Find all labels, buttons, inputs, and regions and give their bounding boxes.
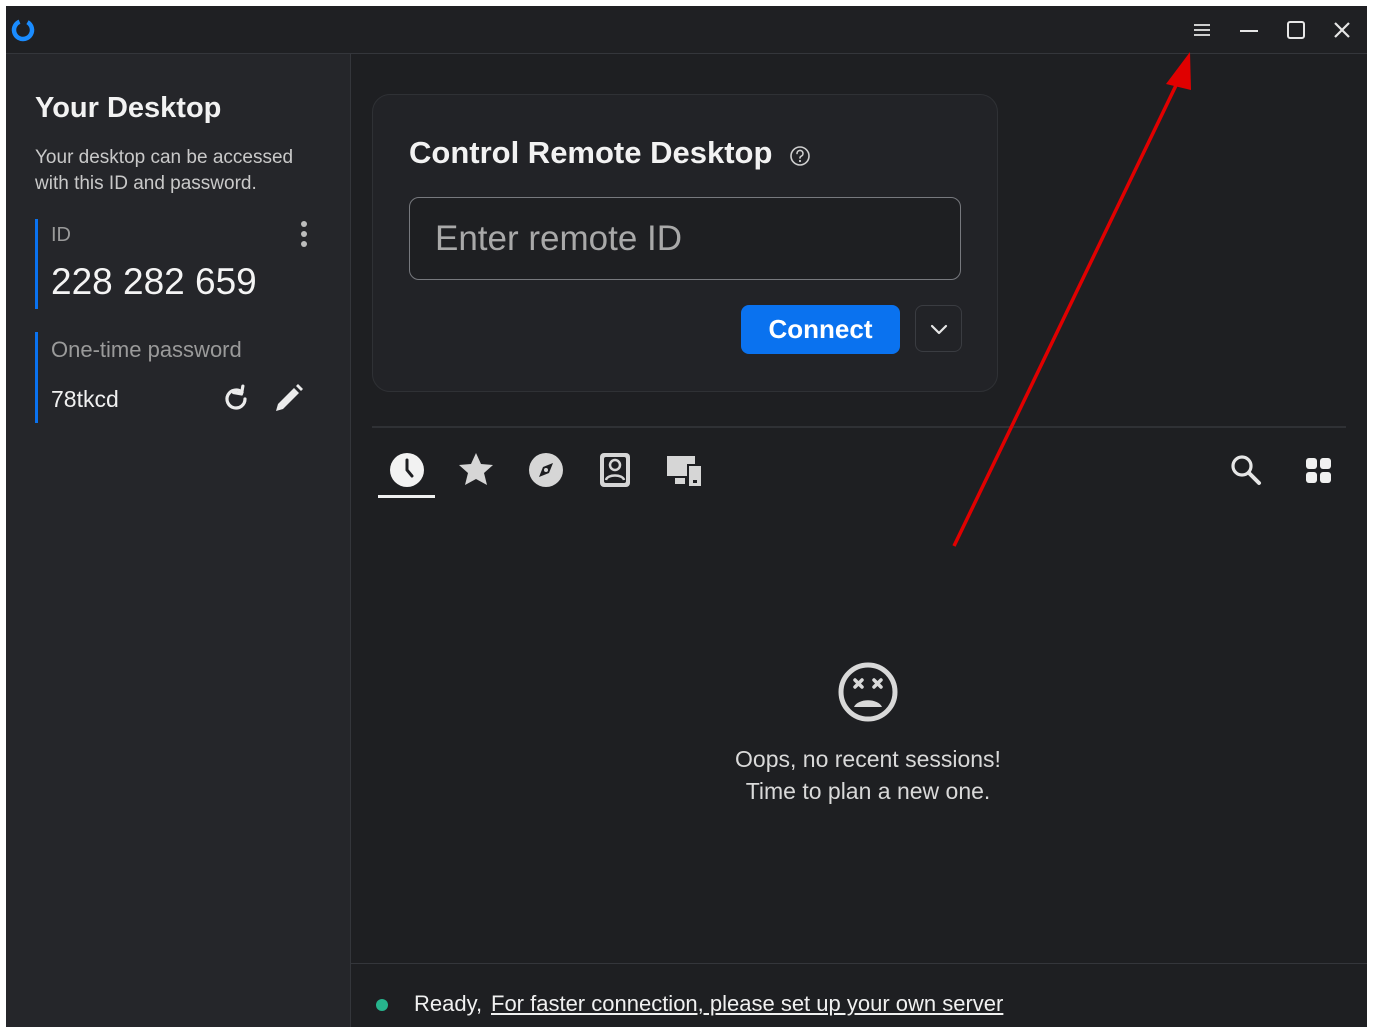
- id-label: ID: [51, 224, 71, 246]
- title-bar: [6, 6, 1367, 54]
- chevron-down-icon: [930, 324, 948, 335]
- app-window: Your Desktop Your desktop can be accesse…: [6, 6, 1367, 1027]
- search-icon[interactable]: [1228, 452, 1264, 488]
- favorites-tab-icon[interactable]: [456, 450, 496, 490]
- empty-state-subtitle: Time to plan a new one.: [745, 778, 991, 804]
- id-accent-bar: [35, 219, 38, 309]
- refresh-icon[interactable]: [220, 383, 252, 415]
- maximize-icon[interactable]: [1284, 18, 1308, 42]
- status-text: Ready,: [414, 991, 483, 1016]
- edit-icon[interactable]: [271, 382, 305, 416]
- minimize-icon[interactable]: [1237, 18, 1261, 42]
- control-remote-card: Control Remote Desktop Connect: [372, 94, 998, 392]
- password-value[interactable]: 78tkcd: [51, 386, 119, 413]
- section-divider: [372, 426, 1346, 428]
- connect-options-button[interactable]: [915, 305, 962, 352]
- remote-id-input[interactable]: [409, 197, 961, 280]
- accessible-devices-tab-icon[interactable]: [665, 450, 705, 490]
- card-title: Control Remote Desktop: [409, 135, 773, 170]
- help-icon[interactable]: [789, 145, 811, 167]
- id-value[interactable]: 228 282 659: [51, 261, 257, 303]
- status-indicator: [376, 999, 388, 1011]
- recent-sessions-tab-icon[interactable]: [387, 450, 427, 490]
- status-bar: Ready, For faster connection, please set…: [351, 963, 1367, 1027]
- address-book-tab-icon[interactable]: [595, 450, 635, 490]
- sad-face-icon: [838, 662, 898, 722]
- discovered-tab-icon[interactable]: [526, 450, 566, 490]
- more-vertical-icon[interactable]: [296, 220, 312, 248]
- menu-icon[interactable]: [1190, 18, 1214, 42]
- close-icon[interactable]: [1330, 18, 1354, 42]
- app-logo-icon: [11, 18, 35, 42]
- sidebar-title: Your Desktop: [35, 92, 222, 124]
- sidebar: Your Desktop Your desktop can be accesse…: [6, 54, 351, 1027]
- password-accent-bar: [35, 332, 38, 423]
- password-label: One-time password: [51, 337, 242, 362]
- setup-server-link[interactable]: For faster connection, please set up you…: [491, 991, 1003, 1017]
- empty-state-title: Oops, no recent sessions!: [735, 746, 1001, 772]
- active-tab-indicator: [378, 495, 435, 498]
- sidebar-description: Your desktop can be accessed with this I…: [35, 147, 294, 194]
- connect-button[interactable]: Connect: [741, 305, 900, 354]
- grid-view-icon[interactable]: [1304, 456, 1334, 486]
